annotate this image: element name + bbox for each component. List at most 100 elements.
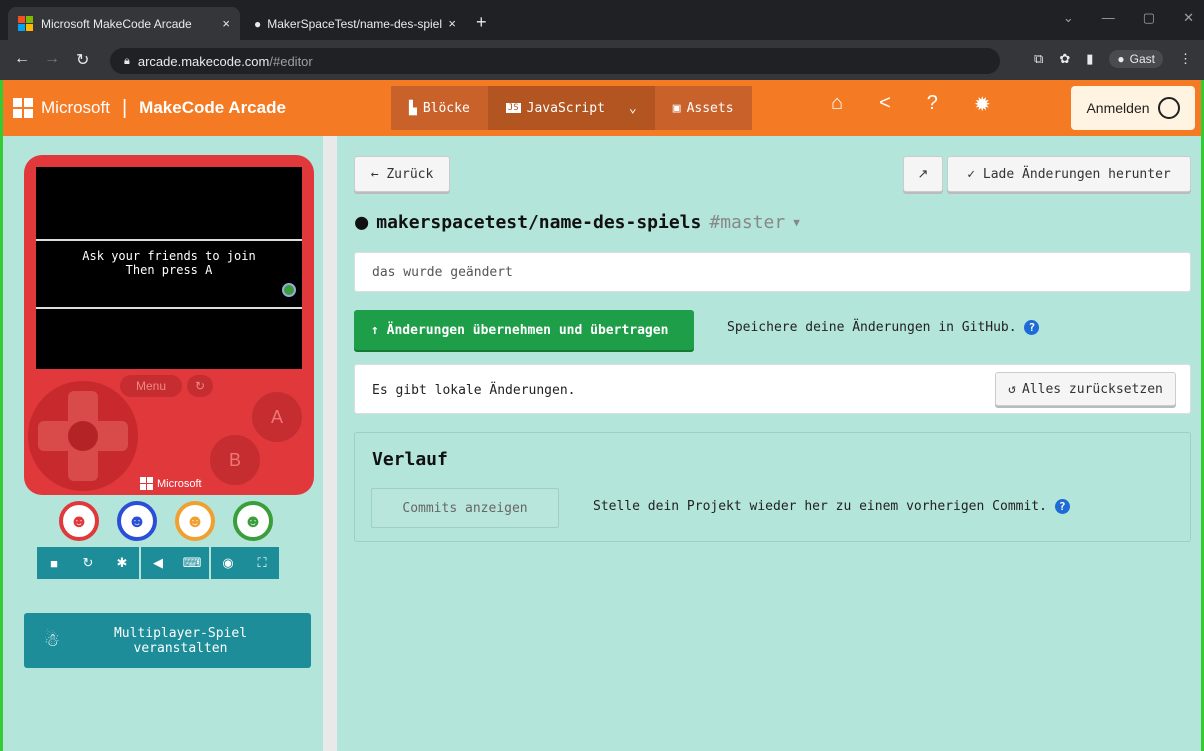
- pull-changes-button[interactable]: ✓ Lade Änderungen herunter: [947, 156, 1191, 192]
- restart-icon[interactable]: ↻: [187, 375, 213, 397]
- repo-name[interactable]: makerspacetest/name-des-spiels: [376, 212, 701, 233]
- game-console: Ask your friends to join Then press A Me…: [24, 155, 314, 495]
- revert-all-button[interactable]: ↺ Alles zurücksetzen: [995, 372, 1176, 406]
- divider: [36, 307, 302, 309]
- screenshot-camera-icon[interactable]: ◉: [211, 547, 245, 579]
- tab-blocks[interactable]: ▙ Blöcke: [391, 86, 488, 130]
- screen-text-2: Then press A: [125, 263, 213, 277]
- back-icon[interactable]: ←: [14, 50, 30, 68]
- dpad[interactable]: [28, 381, 138, 491]
- signin-label: Anmelden: [1086, 100, 1150, 116]
- settings-gear-icon[interactable]: ✹: [974, 92, 991, 117]
- chevron-down-icon[interactable]: ⌄: [629, 101, 637, 116]
- keyboard-icon[interactable]: ⌨: [175, 547, 209, 579]
- dpad-center: [68, 421, 98, 451]
- screen-text-1: Ask your friends to join: [82, 249, 256, 263]
- open-external-icon[interactable]: ↗: [903, 156, 943, 192]
- js-icon: JS: [505, 103, 521, 113]
- show-commits-button[interactable]: Commits anzeigen: [371, 488, 559, 528]
- makecode-favicon: [18, 16, 33, 31]
- tab-label: Assets: [686, 100, 734, 116]
- sim-audio-group: ◀︎ ⌨: [141, 547, 209, 579]
- tab-assets[interactable]: ▣ Assets: [655, 86, 752, 130]
- close-tab-icon[interactable]: ×: [222, 16, 230, 31]
- close-tab-icon[interactable]: ×: [448, 16, 456, 31]
- history-hint-text: Stelle dein Projekt wieder her zu einem …: [593, 499, 1047, 514]
- divider: [36, 239, 302, 241]
- simulator-toolbar: ■ ↻ ✱ ◀︎ ⌨ ◉ ⛶: [37, 547, 279, 579]
- window-controls: ⌄ — ▢ ✕: [1063, 10, 1194, 26]
- users-icon: ☃: [43, 630, 61, 650]
- microsoft-logo-icon: [140, 477, 153, 490]
- player-4-icon[interactable]: ☻: [233, 501, 273, 541]
- browser-tab-makecode[interactable]: Microsoft MakeCode Arcade ×: [8, 7, 240, 40]
- sound-icon[interactable]: ◀︎: [141, 547, 175, 579]
- browser-tab-github[interactable]: ● MakerSpaceTest/name-des-spiel ×: [244, 7, 466, 40]
- profile-button[interactable]: ● Gast: [1109, 50, 1163, 68]
- minimize-icon[interactable]: —: [1102, 10, 1115, 26]
- tab-label: Blöcke: [422, 100, 470, 116]
- b-button[interactable]: B: [210, 435, 260, 485]
- debug-bug-icon[interactable]: ✱: [105, 547, 139, 579]
- forward-icon[interactable]: →: [44, 50, 60, 68]
- home-icon[interactable]: ⌂: [831, 92, 843, 117]
- host-multiplayer-button[interactable]: ☃ Multiplayer-Spiel veranstalten: [24, 613, 311, 668]
- branch-name[interactable]: #master: [709, 212, 785, 233]
- close-window-icon[interactable]: ✕: [1183, 10, 1194, 26]
- github-panel: ← Zurück ↗ ✓ Lade Änderungen herunter ● …: [337, 136, 1201, 751]
- caret-down-icon[interactable]: ▼: [793, 216, 800, 229]
- help-circle-icon[interactable]: ?: [1024, 320, 1040, 335]
- tab-javascript[interactable]: JS JavaScript ⌄: [487, 86, 655, 130]
- browser-toolbar: ⧉ ✿ ▮ ● Gast ⋮: [1034, 50, 1192, 68]
- simulator-scrollbar[interactable]: [323, 136, 337, 751]
- sidepanel-icon[interactable]: ▮: [1086, 51, 1093, 67]
- user-icon: [1157, 97, 1180, 119]
- brand-label[interactable]: Microsoft: [41, 98, 110, 118]
- tab-label: JavaScript: [526, 100, 605, 116]
- save-hint-text: Speichere deine Änderungen in GitHub.: [727, 320, 1017, 335]
- image-icon: ▣: [672, 100, 681, 116]
- fullscreen-icon[interactable]: ⛶: [245, 547, 279, 579]
- revert-label: Alles zurücksetzen: [1021, 381, 1163, 397]
- back-button[interactable]: ← Zurück: [354, 156, 450, 192]
- history-section: Verlauf Commits anzeigen Stelle dein Pro…: [354, 432, 1191, 542]
- product-title[interactable]: MakeCode Arcade: [139, 98, 286, 118]
- commit-message-input[interactable]: das wurde geändert: [354, 252, 1191, 292]
- simulator-panel: Ask your friends to join Then press A Me…: [3, 136, 333, 751]
- repo-title: ● makerspacetest/name-des-spiels #master ▼: [355, 210, 800, 235]
- local-changes-text: Es gibt lokale Änderungen.: [372, 383, 576, 398]
- restore-icon[interactable]: ▢: [1143, 10, 1155, 26]
- tab-search-icon[interactable]: ⌄: [1063, 10, 1074, 26]
- reload-icon[interactable]: ↻: [76, 50, 89, 70]
- github-favicon: ●: [254, 16, 262, 31]
- console-brand-label: Microsoft: [157, 477, 202, 490]
- lock-icon: 🔒︎: [124, 54, 130, 67]
- stop-icon[interactable]: ■: [37, 547, 71, 579]
- save-hint: Speichere deine Änderungen in GitHub. ?: [727, 320, 1040, 335]
- divider: |: [121, 96, 128, 119]
- url-hash: /#editor: [269, 53, 313, 69]
- extensions-icon[interactable]: ✿: [1059, 51, 1070, 67]
- tab-title: MakerSpaceTest/name-des-spiel: [267, 16, 442, 31]
- help-circle-icon[interactable]: ?: [1054, 499, 1070, 514]
- player-1-icon[interactable]: ☻: [59, 501, 99, 541]
- help-icon[interactable]: ?: [927, 92, 938, 117]
- multiplayer-label: Multiplayer-Spiel veranstalten: [113, 625, 248, 656]
- menu-icon[interactable]: ⋮: [1179, 51, 1192, 67]
- translate-icon[interactable]: ⧉: [1034, 51, 1043, 67]
- player-2-icon[interactable]: ☻: [117, 501, 157, 541]
- menu-button[interactable]: Menu: [120, 375, 182, 397]
- restart-icon[interactable]: ↻: [71, 547, 105, 579]
- commit-and-push-button[interactable]: ↑ Änderungen übernehmen und übertragen: [354, 310, 694, 350]
- history-title: Verlauf: [372, 449, 448, 470]
- puzzle-icon: ▙: [409, 100, 417, 116]
- share-icon[interactable]: <: [879, 92, 891, 117]
- url-field[interactable]: 🔒︎ arcade.makecode.com/#editor: [110, 48, 1000, 74]
- game-screen[interactable]: Ask your friends to join Then press A: [36, 167, 302, 369]
- a-button[interactable]: A: [252, 392, 302, 442]
- player-3-icon[interactable]: ☻: [175, 501, 215, 541]
- signin-button[interactable]: Anmelden: [1071, 86, 1195, 130]
- new-tab-button[interactable]: +: [476, 12, 487, 33]
- makecode-app: Microsoft | MakeCode Arcade ▙ Blöcke JS Ja…: [0, 80, 1204, 751]
- url-host: arcade.makecode.com: [137, 53, 270, 69]
